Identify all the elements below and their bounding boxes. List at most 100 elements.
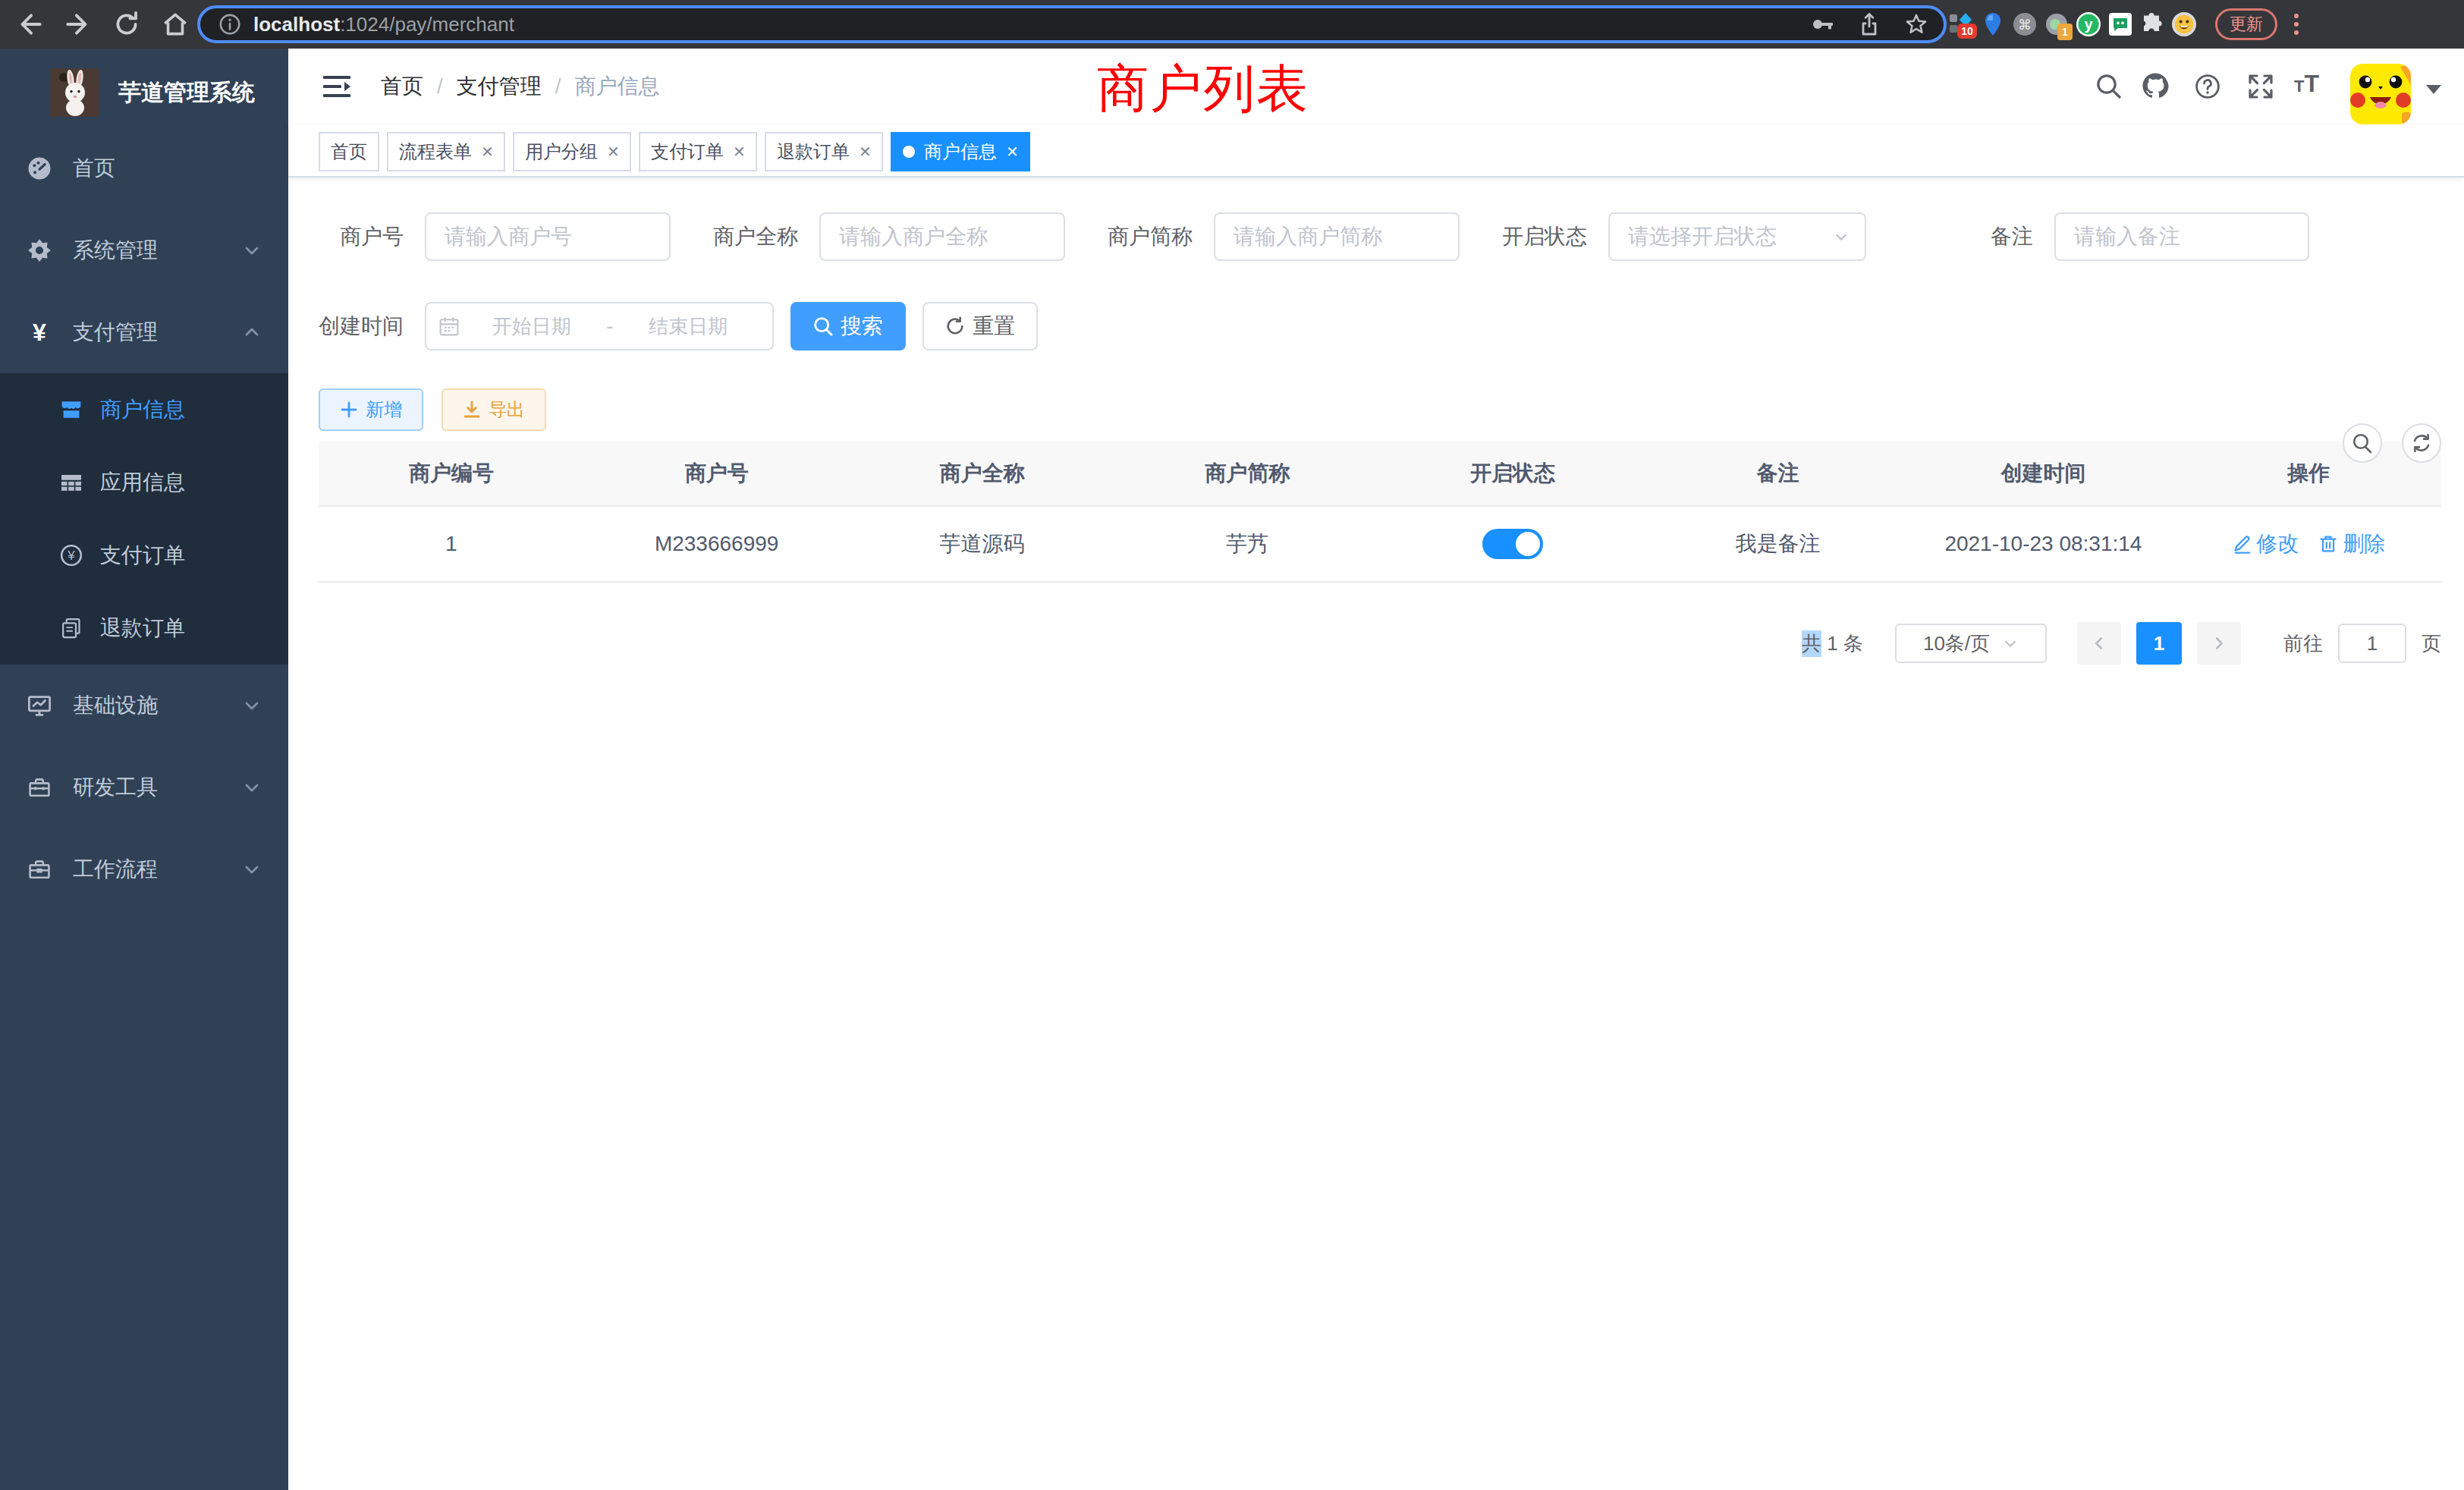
sidebar-item-home[interactable]: 首页 <box>0 127 288 209</box>
font-size-icon[interactable]: TT <box>2294 70 2319 98</box>
github-icon[interactable] <box>2141 71 2170 100</box>
ext-y-icon[interactable]: y <box>2076 11 2101 37</box>
fullscreen-icon[interactable] <box>2247 73 2274 100</box>
ext-command-icon[interactable]: ⌘ <box>2012 11 2038 37</box>
sidebar-item-app-info[interactable]: 应用信息 <box>0 446 288 519</box>
sidebar-item-payment[interactable]: ¥ 支付管理 <box>0 291 288 373</box>
full-name-input[interactable] <box>819 212 1065 261</box>
close-icon[interactable]: ✕ <box>1006 143 1018 161</box>
help-icon[interactable] <box>2194 73 2221 100</box>
show-search-button[interactable] <box>2343 423 2382 463</box>
reset-button[interactable]: 重置 <box>922 302 1038 350</box>
breadcrumb-home[interactable]: 首页 <box>381 72 423 101</box>
prev-page-button[interactable] <box>2077 622 2121 665</box>
extensions-puzzle-icon[interactable] <box>2139 11 2165 37</box>
status-select[interactable]: 请选择开启状态 <box>1608 212 1866 261</box>
close-icon[interactable]: ✕ <box>859 143 871 161</box>
cell-merchant-no: M233666999 <box>584 532 850 556</box>
reload-icon[interactable] <box>112 10 141 39</box>
chevron-down-icon <box>243 241 261 259</box>
sidebar-logo: 芋道管理系统 <box>0 49 288 118</box>
breadcrumb-section[interactable]: 支付管理 <box>457 72 542 101</box>
tab-process-form[interactable]: 流程表单✕ <box>387 132 505 171</box>
svg-text:¥: ¥ <box>67 549 75 563</box>
user-avatar[interactable] <box>2350 64 2411 124</box>
sidebar-item-label: 基础设施 <box>73 691 158 720</box>
plus-icon <box>340 401 358 419</box>
delete-link[interactable]: 删除 <box>2318 530 2385 558</box>
info-icon[interactable] <box>218 13 241 36</box>
ext-chat-icon[interactable] <box>2107 11 2133 37</box>
sidebar-item-merchant-info[interactable]: 商户信息 <box>0 373 288 446</box>
share-icon[interactable] <box>1857 12 1881 36</box>
chrome-menu-icon[interactable] <box>2294 14 2299 35</box>
close-icon[interactable]: ✕ <box>607 143 619 161</box>
filter-label: 备注 <box>1988 222 2033 251</box>
top-navbar: 首页 / 支付管理 / 商户信息 商户列表 TT <box>288 49 2464 124</box>
ext-sheets-icon[interactable]: 10 <box>1948 11 1974 37</box>
refresh-icon <box>2411 432 2432 454</box>
sidebar-item-infrastructure[interactable]: 基础设施 <box>0 665 288 747</box>
tab-user-group[interactable]: 用户分组✕ <box>513 132 631 171</box>
chrome-update-button[interactable]: 更新 <box>2215 8 2277 40</box>
tab-home[interactable]: 首页 <box>319 132 379 171</box>
ext-recorder-icon[interactable]: 1 <box>2044 11 2070 37</box>
close-icon[interactable]: ✕ <box>481 143 493 161</box>
sidebar-menu: 首页 系统管理 ¥ 支付管理 商户信息 应用信息 <box>0 127 288 910</box>
col-merchant-id: 商户编号 <box>319 459 584 488</box>
chevron-down-icon <box>243 696 261 715</box>
short-name-input[interactable] <box>1214 212 1460 261</box>
forward-icon[interactable] <box>64 10 93 39</box>
filter-merchant-no: 商户号 <box>319 212 671 261</box>
pagination-total: 共 1 条 <box>1802 630 1863 657</box>
edit-link[interactable]: 修改 <box>2232 530 2299 558</box>
chevron-left-icon <box>2091 635 2107 652</box>
status-toggle[interactable] <box>1482 529 1543 559</box>
filter-row-1: 商户号 商户全称 商户简称 开启状态 请选择开启状态 <box>319 212 2464 261</box>
page-size-select[interactable]: 10条/页 <box>1895 624 2047 663</box>
filter-remark: 备注 <box>1988 212 2309 261</box>
sidebar-item-workflow[interactable]: 工作流程 <box>0 828 288 910</box>
caret-down-icon[interactable] <box>2426 85 2441 94</box>
tab-refund-order[interactable]: 退款订单✕ <box>765 132 883 171</box>
hamburger-icon[interactable] <box>323 74 350 99</box>
ext-pin-icon[interactable] <box>1980 11 2006 37</box>
toolbox-icon <box>26 774 53 801</box>
url-bar[interactable]: localhost:1024/pay/merchant <box>197 5 1947 43</box>
active-dot <box>903 146 915 158</box>
page-1-button[interactable]: 1 <box>2136 622 2182 665</box>
goto-page-input[interactable] <box>2338 624 2406 663</box>
refresh-button[interactable] <box>2402 423 2441 463</box>
filter-full-name: 商户全称 <box>713 212 1065 261</box>
yen-circle-icon: ¥ <box>59 543 83 567</box>
back-icon[interactable] <box>15 10 44 39</box>
sidebar-item-refund-order[interactable]: 退款订单 <box>0 592 288 665</box>
merchant-no-input[interactable] <box>425 212 671 261</box>
tab-merchant-info[interactable]: 商户信息✕ <box>891 132 1030 171</box>
remark-input[interactable] <box>2054 212 2309 261</box>
merchant-table: 商户编号 商户号 商户全称 商户简称 开启状态 备注 创建时间 操作 1 M23… <box>319 442 2441 583</box>
col-create-time: 创建时间 <box>1911 459 2176 488</box>
sidebar-item-pay-order[interactable]: ¥ 支付订单 <box>0 519 288 592</box>
search-button[interactable]: 搜索 <box>790 302 906 350</box>
grid-icon <box>59 470 83 495</box>
sidebar-item-dev-tools[interactable]: 研发工具 <box>0 747 288 828</box>
filter-label: 商户简称 <box>1108 222 1193 251</box>
profile-avatar-icon[interactable] <box>2171 11 2197 37</box>
bookmark-star-icon[interactable] <box>1904 12 1928 36</box>
export-button[interactable]: 导出 <box>442 388 546 431</box>
cell-remark: 我是备注 <box>1645 530 1911 558</box>
sidebar-item-system[interactable]: 系统管理 <box>0 209 288 291</box>
tab-pay-order[interactable]: 支付订单✕ <box>639 132 757 171</box>
dashboard-icon <box>26 155 53 182</box>
home-icon[interactable] <box>161 10 190 39</box>
add-button[interactable]: 新增 <box>319 388 423 431</box>
browser-toolbar: localhost:1024/pay/merchant 10 ⌘ 1 y 更新 <box>0 0 2464 49</box>
date-range-picker[interactable]: 开始日期 - 结束日期 <box>425 302 774 350</box>
cell-short-name: 芋艿 <box>1114 530 1380 558</box>
key-icon[interactable] <box>1810 12 1834 36</box>
search-icon[interactable] <box>2095 73 2123 100</box>
close-icon[interactable]: ✕ <box>733 143 745 161</box>
sidebar-item-label: 系统管理 <box>73 236 158 265</box>
next-page-button[interactable] <box>2197 622 2241 665</box>
